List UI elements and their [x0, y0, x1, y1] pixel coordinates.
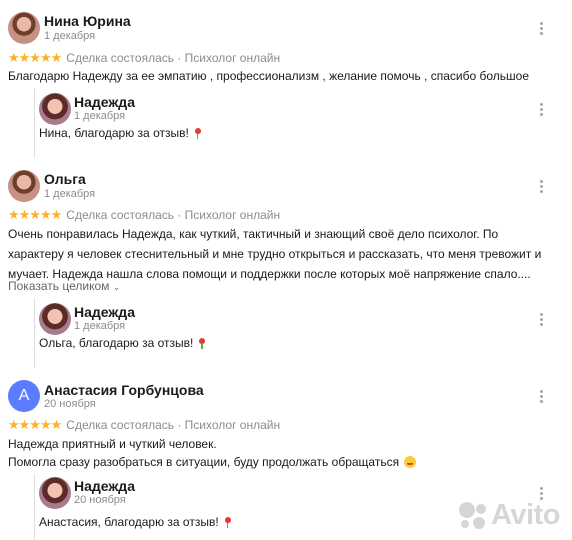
review-card: Ольга 1 декабря ★★★★★ Сделка состоялась ·… [0, 158, 572, 376]
deal-status: Сделка состоялась · Психолог онлайн [66, 51, 281, 65]
avito-logo-icon [459, 501, 487, 530]
avito-watermark: Avito [459, 499, 560, 532]
avatar[interactable]: A [8, 380, 40, 412]
kebab-menu-icon[interactable] [540, 22, 544, 36]
avatar[interactable] [39, 477, 71, 509]
reply-text: Ольга, благодарю за отзыв! [39, 336, 206, 350]
rating-row: ★★★★★ Сделка состоялась · Психолог онлайн [8, 50, 281, 66]
review-text: Благодарю Надежду за ее эмпатию , профес… [8, 69, 529, 83]
review-text-line: Помогла сразу разобраться в ситуации, бу… [8, 452, 564, 472]
deal-status: Сделка состоялась · Психолог онлайн [66, 208, 281, 222]
rose-emoji-icon [198, 338, 206, 349]
reply-author-name[interactable]: Надежда [74, 94, 135, 110]
review-date: 20 ноября [44, 398, 96, 410]
review-card: Нина Юрина 1 декабря ★★★★★ Сделка состоял… [0, 0, 572, 158]
chevron-down-icon: ⌄ [112, 282, 121, 292]
review-date: 1 декабря [44, 188, 96, 200]
reply-date: 1 декабря [74, 320, 126, 332]
reply-author-name[interactable]: Надежда [74, 478, 135, 494]
rating-stars: ★★★★★ [8, 50, 62, 65]
avatar[interactable] [8, 12, 40, 44]
seller-reply: Надежда 1 декабря Ольга, благодарю за от… [34, 298, 572, 368]
reply-text: Анастасия, благодарю за отзыв! [39, 515, 231, 529]
smiling-face-emoji-icon [404, 456, 417, 468]
reviewer-name[interactable]: Ольга [44, 171, 86, 187]
reply-date: 20 ноября [74, 494, 126, 506]
reply-date: 1 декабря [74, 110, 126, 122]
kebab-menu-icon[interactable] [540, 313, 544, 327]
rating-stars: ★★★★★ [8, 207, 62, 222]
avatar[interactable] [8, 170, 40, 202]
reply-text: Нина, благодарю за отзыв! [39, 126, 201, 140]
rating-row: ★★★★★ Сделка состоялась · Психолог онлайн [8, 207, 281, 223]
review-text-line: Надежда приятный и чуткий человек. [8, 437, 217, 451]
kebab-menu-icon[interactable] [540, 103, 544, 117]
watermark-text: Avito [491, 499, 560, 531]
review-text: Надежда приятный и чуткий человек. Помог… [8, 434, 564, 472]
rating-row: ★★★★★ Сделка состоялась · Психолог онлайн [8, 417, 281, 433]
kebab-menu-icon[interactable] [540, 390, 544, 404]
rating-stars: ★★★★★ [8, 417, 62, 432]
reviewer-name[interactable]: Нина Юрина [44, 13, 131, 29]
show-more-link[interactable]: Показать целиком ⌄ [8, 279, 120, 293]
rose-emoji-icon [224, 517, 231, 528]
deal-status: Сделка состоялась · Психолог онлайн [66, 418, 281, 432]
kebab-menu-icon[interactable] [540, 180, 544, 194]
review-date: 1 декабря [44, 30, 96, 42]
avatar[interactable] [39, 93, 71, 125]
reply-author-name[interactable]: Надежда [74, 304, 135, 320]
rose-emoji-icon [194, 128, 201, 139]
seller-reply: Надежда 1 декабря Нина, благодарю за отз… [34, 88, 572, 158]
review-text: Очень понравилась Надежда, как чуткий, т… [8, 227, 542, 281]
avatar[interactable] [39, 303, 71, 335]
reviewer-name[interactable]: Анастасия Горбунцова [44, 382, 204, 398]
